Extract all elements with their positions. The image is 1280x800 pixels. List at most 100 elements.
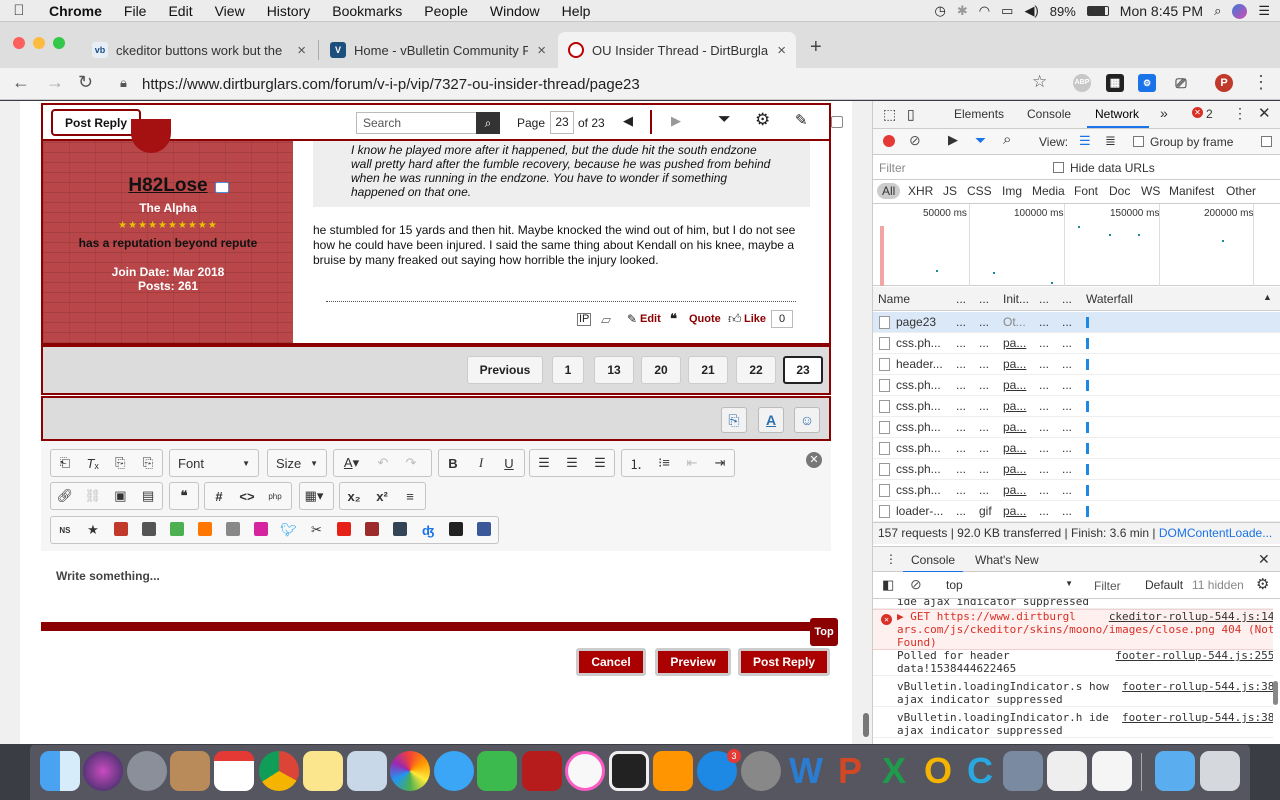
hide-data-urls-checkbox[interactable] xyxy=(1053,162,1064,173)
twitter-icon[interactable]: 🐦︎ xyxy=(275,522,303,538)
photos-icon[interactable] xyxy=(390,751,430,791)
menu-people[interactable]: People xyxy=(413,3,479,19)
prev-page-arrow-icon[interactable]: ◀ xyxy=(623,113,633,129)
page-button-20[interactable]: 20 xyxy=(641,356,681,384)
link-icon[interactable]: 🔗︎ xyxy=(51,488,79,504)
notes-icon[interactable] xyxy=(303,751,343,791)
network-filter-input[interactable]: Filter xyxy=(879,161,1049,175)
unlink-icon[interactable]: ⛓︎ xyxy=(79,488,107,504)
undo-icon[interactable]: ↶ xyxy=(369,455,397,471)
column-type[interactable]: ... xyxy=(979,292,989,306)
network-request-row[interactable]: css.ph......... pa......... xyxy=(873,417,1280,438)
apple-icon[interactable]:  xyxy=(0,2,38,19)
type-filter-js[interactable]: JS xyxy=(943,184,957,198)
search-icon[interactable]: ⌕ xyxy=(1003,131,1011,148)
inspect-element-icon[interactable]: ⬚ xyxy=(883,106,896,123)
preserve-log-checkbox[interactable] xyxy=(1261,136,1272,147)
group-by-frame-checkbox[interactable] xyxy=(1133,136,1144,147)
like-thumb-icon[interactable]: 👍︎ xyxy=(728,311,742,327)
clear-icon[interactable]: ⊘ xyxy=(909,132,921,149)
domcontentloaded-link[interactable]: DOMContentLoade... xyxy=(1159,526,1272,540)
devtools-close-icon[interactable]: ✕ xyxy=(1258,104,1271,122)
window-zoom-button[interactable] xyxy=(53,37,65,49)
edit-link[interactable]: Edit xyxy=(640,313,661,325)
siri-icon[interactable] xyxy=(83,751,123,791)
page-number-input[interactable]: 23 xyxy=(550,111,574,134)
quote-icon[interactable]: ❝ xyxy=(670,311,677,327)
soundcloud-icon[interactable] xyxy=(191,521,219,539)
bluetooth-icon[interactable]: ✱ xyxy=(957,3,968,19)
comment-icon[interactable]: ▱ xyxy=(601,312,611,328)
size-dropdown[interactable]: Size ▼ xyxy=(267,449,327,477)
battery-icon[interactable] xyxy=(1086,6,1109,16)
console-filter-input[interactable]: Filter xyxy=(1094,579,1121,593)
paste-icon[interactable]: ⎘ xyxy=(107,455,135,471)
instagram-icon[interactable] xyxy=(247,521,275,539)
menu-app-name[interactable]: Chrome xyxy=(38,3,113,19)
notification-center-icon[interactable]: ☰ xyxy=(1258,3,1270,19)
context-selector[interactable]: top ▼ xyxy=(939,575,1077,595)
spotlight-search-icon[interactable]: ⌕ xyxy=(1214,3,1221,19)
code-icon[interactable]: <> xyxy=(233,489,261,504)
console-clear-icon[interactable]: ⊘ xyxy=(910,576,922,593)
facebook-icon[interactable] xyxy=(470,521,498,539)
waterfall-view-icon[interactable]: ≣ xyxy=(1105,133,1116,149)
tab-vbulletin-home[interactable]: V Home - vBulletin Community F × xyxy=(320,32,556,68)
network-request-row[interactable]: css.ph......... pa......... xyxy=(873,438,1280,459)
console-source-link[interactable]: footer-rollup-544.js:382 xyxy=(1122,680,1273,693)
more-tabs-icon[interactable]: » xyxy=(1160,105,1168,121)
blockquote-button[interactable]: ❝ xyxy=(169,482,199,510)
address-bar[interactable]: 🔒︎ https://www.dirtburglars.com/forum/v-… xyxy=(110,70,1060,98)
embed-red-icon[interactable] xyxy=(107,521,135,539)
sort-ascending-icon[interactable]: ▲ xyxy=(1263,292,1272,302)
paste-text-icon[interactable]: ⎘ xyxy=(134,455,162,471)
settings-gear-icon[interactable]: ⚙ xyxy=(755,110,770,130)
avatar[interactable] xyxy=(131,119,171,153)
tab-ckeditor[interactable]: vb ckeditor buttons work but the l × xyxy=(82,32,316,68)
redo-icon[interactable]: ↷ xyxy=(397,455,425,471)
page-button-13[interactable]: 13 xyxy=(594,356,634,384)
network-utility-icon[interactable] xyxy=(1003,751,1043,791)
record-icon[interactable] xyxy=(883,135,895,147)
close-editor-icon[interactable]: ✕ xyxy=(806,452,822,468)
scrollbar-thumb[interactable] xyxy=(863,713,869,737)
calendar-icon[interactable] xyxy=(214,751,254,791)
outdent-icon[interactable]: ⇤ xyxy=(678,455,706,471)
emoji-smiley-icon[interactable]: ☺ xyxy=(794,407,820,433)
menu-window[interactable]: Window xyxy=(479,3,551,19)
bold-icon[interactable]: B xyxy=(439,456,467,471)
align-right-icon[interactable]: ☰ xyxy=(586,455,614,471)
text-color-icon[interactable]: A▾ xyxy=(334,455,369,471)
console-sidebar-icon[interactable]: ◧ xyxy=(882,577,894,593)
siri-icon[interactable] xyxy=(1232,3,1248,19)
network-request-row[interactable]: loader-...... gif pa......... xyxy=(873,501,1280,522)
like-link[interactable]: Like xyxy=(744,313,766,325)
thread-search-input[interactable]: Search xyxy=(356,112,496,134)
menu-help[interactable]: Help xyxy=(551,3,602,19)
table-dropdown[interactable]: ▦▾ xyxy=(299,482,334,510)
type-filter-ws[interactable]: WS xyxy=(1141,184,1160,198)
column-status[interactable]: ... xyxy=(956,292,966,306)
type-filter-other[interactable]: Other xyxy=(1226,184,1256,198)
launchpad-icon[interactable] xyxy=(127,751,167,791)
type-filter-doc[interactable]: Doc xyxy=(1109,184,1130,198)
previous-page-button[interactable]: Previous xyxy=(467,356,543,384)
error-count[interactable]: 2 xyxy=(1206,107,1213,121)
network-request-row[interactable]: css.ph......... pa......... xyxy=(873,396,1280,417)
forward-arrow-icon[interactable]: → xyxy=(46,72,64,93)
embed-dark-icon[interactable] xyxy=(135,521,163,539)
bulleted-list-icon[interactable]: ⁝≡ xyxy=(650,455,678,471)
page-button-21[interactable]: 21 xyxy=(688,356,728,384)
next-page-arrow-icon[interactable]: ▶ xyxy=(671,113,681,129)
ip-icon[interactable]: IP xyxy=(577,313,592,326)
subscript-icon[interactable]: x₂ xyxy=(340,489,368,504)
page-button-23-current[interactable]: 23 xyxy=(783,356,823,384)
network-request-row[interactable]: header......... pa......... xyxy=(873,354,1280,375)
ibooks-icon[interactable] xyxy=(653,751,693,791)
network-request-row[interactable]: css.ph......... pa......... xyxy=(873,375,1280,396)
column-waterfall[interactable]: Waterfall xyxy=(1086,292,1133,306)
source-icon[interactable]: ⎗ xyxy=(51,455,79,471)
downloads-folder-icon[interactable] xyxy=(1155,751,1195,791)
network-request-row[interactable]: css.ph......... pa......... xyxy=(873,459,1280,480)
type-filter-img[interactable]: Img xyxy=(1002,184,1022,198)
